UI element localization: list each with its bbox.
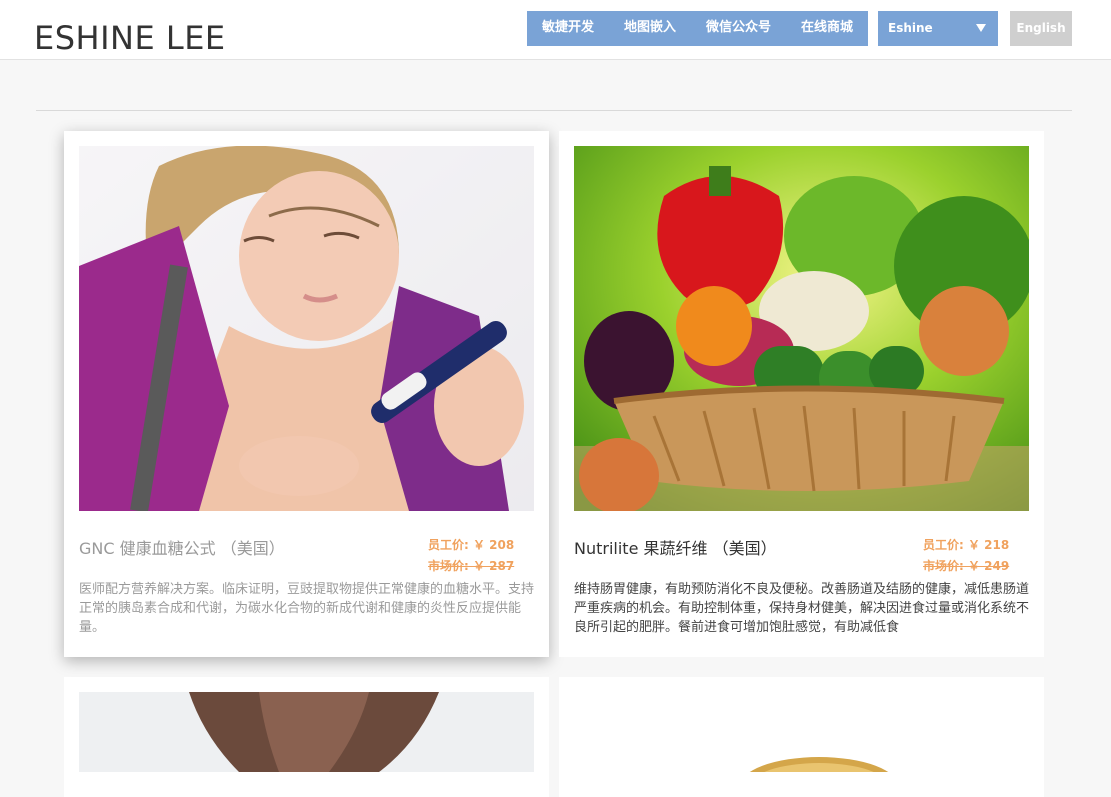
supplement-jar-photo — [574, 692, 1029, 772]
woman-testing-blood-sugar-photo — [79, 146, 534, 511]
main-nav: 敏捷开发 地图嵌入 微信公众号 在线商城 — [527, 11, 869, 46]
product-image[interactable] — [574, 146, 1029, 511]
nav-item-online-store[interactable]: 在线商城 — [786, 11, 868, 46]
market-price: 市场价: ￥ 287 — [428, 559, 515, 573]
language-button[interactable]: English — [1010, 11, 1072, 46]
product-image[interactable] — [79, 692, 534, 772]
product-description: 医师配方营养解决方案。临床证明，豆豉提取物提供正常健康的血糖水平。支持正常的胰岛… — [79, 582, 534, 635]
nav-item-agile-dev[interactable]: 敏捷开发 — [527, 11, 609, 46]
product-card[interactable]: Nutrilite 果蔬纤维 （美国） 员工价: ￥ 218 市场价: ￥ 24… — [559, 131, 1044, 657]
nav-item-map-embed[interactable]: 地图嵌入 — [609, 11, 691, 46]
fitness-torso-photo — [79, 692, 534, 772]
top-header: ESHINE LEE 敏捷开发 地图嵌入 微信公众号 在线商城 Eshine E… — [0, 0, 1111, 60]
product-title[interactable]: Nutrilite 果蔬纤维 （美国） — [574, 535, 777, 559]
nav-item-wechat[interactable]: 微信公众号 — [691, 11, 786, 46]
account-select-value: Eshine — [888, 21, 933, 35]
product-card[interactable]: GNC 健康血糖公式 （美国） 员工价: ￥ 208 市场价: ￥ 287 医师… — [64, 131, 549, 657]
product-title[interactable]: GNC 健康血糖公式 （美国） — [79, 535, 285, 559]
section-divider — [36, 110, 1072, 111]
product-description: 维持肠胃健康，有助预防消化不良及便秘。改善肠道及结肠的健康，减低患肠道严重疾病的… — [574, 582, 1029, 635]
staff-price: 员工价: ￥ 218 — [923, 538, 1010, 552]
staff-price: 员工价: ￥ 208 — [428, 538, 515, 552]
product-image[interactable] — [574, 692, 1029, 772]
product-card[interactable] — [64, 677, 549, 797]
market-price: 市场价: ￥ 249 — [923, 559, 1010, 573]
product-card[interactable] — [559, 677, 1044, 797]
brand-logo[interactable]: ESHINE LEE — [34, 18, 226, 58]
account-select[interactable]: Eshine — [878, 11, 998, 46]
chevron-down-icon — [976, 24, 986, 32]
vegetable-basket-photo — [574, 146, 1029, 511]
product-image[interactable] — [79, 146, 534, 511]
